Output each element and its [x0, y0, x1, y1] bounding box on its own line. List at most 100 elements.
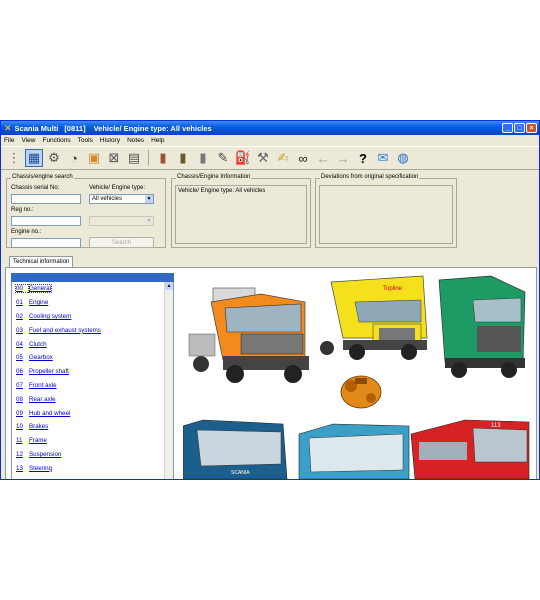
list-item-code: 07: [16, 381, 23, 389]
list-item[interactable]: 07 Front axle: [12, 379, 173, 393]
list-item-code: 09: [16, 409, 23, 417]
yellow-truck-image: Topline: [320, 275, 428, 360]
chevron-down-icon: ▼: [145, 217, 153, 225]
chassis-input[interactable]: [11, 194, 81, 204]
truck-brand-text: Topline: [383, 286, 403, 292]
list-item-code: 04: [16, 340, 23, 348]
scroll-up-icon[interactable]: ▲: [165, 282, 173, 290]
list-item-label: Rear axle: [29, 395, 56, 403]
list-item-label: Steering: [29, 464, 53, 472]
list-item[interactable]: 00 General: [12, 282, 173, 296]
list-item[interactable]: 06 Propeller shaft: [12, 365, 173, 379]
list-item[interactable]: 09 Hub and wheel: [12, 406, 173, 420]
deviations-box: [319, 185, 453, 244]
list-item-code: 11: [16, 437, 23, 445]
book-icon[interactable]: ▮: [154, 149, 172, 167]
fuel-icon[interactable]: ⛽: [234, 149, 252, 167]
list-item-code: 13: [16, 464, 23, 472]
menu-file[interactable]: File: [4, 137, 14, 144]
menu-help[interactable]: Help: [151, 137, 164, 144]
chassis-label: Chassis serial No:: [11, 185, 60, 191]
search-button[interactable]: Search: [89, 237, 154, 248]
blue-bus-image: SCANIA: [183, 419, 288, 479]
document-icon[interactable]: ▤: [125, 149, 143, 167]
list-item-label: Cooling system: [29, 312, 72, 320]
list-item[interactable]: 13 Steering: [12, 461, 173, 475]
notes-icon[interactable]: ✍: [274, 149, 292, 167]
list-item-code: 00: [15, 284, 30, 294]
list-item-label: Gearbox: [29, 354, 53, 362]
list-item-label: Hub and wheel: [29, 409, 71, 417]
list-item[interactable]: 05 Gearbox: [12, 351, 173, 365]
engine-image: [340, 375, 382, 409]
cyan-bus-image: [298, 423, 410, 479]
binoculars-icon[interactable]: ∞: [294, 149, 312, 167]
tree-view-icon[interactable]: ⋮: [5, 149, 23, 167]
svg-text:SCANIA: SCANIA: [231, 470, 250, 476]
menu-view[interactable]: View: [21, 137, 35, 144]
maximize-button[interactable]: □: [514, 123, 525, 133]
list-item-code: 12: [16, 450, 23, 458]
list-item-label: Front axle: [29, 381, 57, 389]
chevron-down-icon: ▼: [145, 195, 153, 203]
reg-input[interactable]: [11, 216, 81, 226]
list-item-code: 08: [16, 395, 23, 403]
vehicle-type-label: Vehicle/ Engine type:: [89, 185, 146, 191]
engine-input[interactable]: [11, 238, 81, 248]
vehicle-view-icon[interactable]: ▦: [25, 149, 43, 167]
reg-label: Reg no.:: [11, 207, 34, 213]
technical-info-list: 00 General 01 Engine 02 Cooling system 03 Fuel …: [11, 282, 174, 480]
gauge-icon[interactable]: ◔: [65, 149, 83, 167]
toolbar: ⋮ ▦ ⚙ ◔ ▣ ⊠ ▤ ▮ ▮ ▮ ✎ ⛽ ⚒ ✍ ∞ ← → ? ✉ ◍: [1, 146, 539, 170]
vehicles-illustration: Topline SCANIA 113: [183, 274, 531, 479]
binder-icon[interactable]: ▮: [194, 149, 212, 167]
list-item[interactable]: 14Engine control: [12, 475, 173, 480]
menu-history[interactable]: History: [100, 137, 120, 144]
bus-number-text: 113: [491, 423, 501, 429]
list-item[interactable]: 08 Rear axle: [12, 392, 173, 406]
mail-icon[interactable]: ✉: [374, 149, 392, 167]
list-item-code: 05: [16, 354, 23, 362]
list-item[interactable]: 04 Clutch: [12, 337, 173, 351]
menu-functions[interactable]: Functions: [42, 137, 70, 144]
help-icon[interactable]: ?: [354, 149, 372, 167]
vehicle-type-value: All vehicles: [92, 196, 123, 202]
list-item-label: Clutch: [29, 340, 47, 348]
close-button[interactable]: ×: [526, 123, 537, 133]
list-item[interactable]: 11 Frame: [12, 434, 173, 448]
wrench-icon[interactable]: ✎: [214, 149, 232, 167]
list-item[interactable]: 10 Brakes: [12, 420, 173, 434]
menu-bar: File View Functions Tools History Notes …: [1, 135, 539, 146]
toolbar-separator: [148, 150, 149, 166]
menu-tools[interactable]: Tools: [78, 137, 93, 144]
list-item[interactable]: 03 Fuel and exhaust systems: [12, 323, 173, 337]
app-name: Scania Multi: [14, 123, 59, 133]
menu-notes[interactable]: Notes: [127, 137, 144, 144]
vehicle-type-select[interactable]: All vehicles ▼: [89, 194, 154, 204]
list-item[interactable]: 12 Suspension: [12, 448, 173, 462]
list-item-code: 02: [16, 312, 23, 320]
list-item-code: 03: [16, 326, 23, 334]
list-item[interactable]: 01 Engine: [12, 296, 173, 310]
scania-logo-icon: ✕: [4, 122, 12, 133]
forward-arrow-icon[interactable]: →: [334, 149, 352, 167]
drawing-icon[interactable]: ⊠: [105, 149, 123, 167]
globe-icon[interactable]: ◍: [394, 149, 412, 167]
app-window: ✕ Scania Multi [0811] Vehicle/ Engine ty…: [0, 120, 540, 480]
deviations-group-label: Deviations from original specification: [320, 174, 420, 180]
list-item-code: 14: [16, 479, 29, 480]
green-truck-image: [438, 275, 526, 378]
diagnostics-icon[interactable]: ⚙: [45, 149, 63, 167]
tools-icon[interactable]: ⚒: [254, 149, 272, 167]
list-item-label: Brakes: [29, 423, 49, 431]
parts-box-icon[interactable]: ▣: [85, 149, 103, 167]
list-item[interactable]: 02 Cooling system: [12, 310, 173, 324]
list-header: [11, 273, 174, 282]
minimize-button[interactable]: _: [502, 123, 513, 133]
info-box: Vehicle/ Engine type: All vehicles: [175, 185, 307, 244]
secondary-select[interactable]: ▼: [89, 216, 154, 226]
back-arrow-icon[interactable]: ←: [314, 149, 332, 167]
list-scrollbar[interactable]: ▲: [164, 282, 173, 479]
manual-icon[interactable]: ▮: [174, 149, 192, 167]
engine-label: Engine no.:: [11, 229, 42, 235]
